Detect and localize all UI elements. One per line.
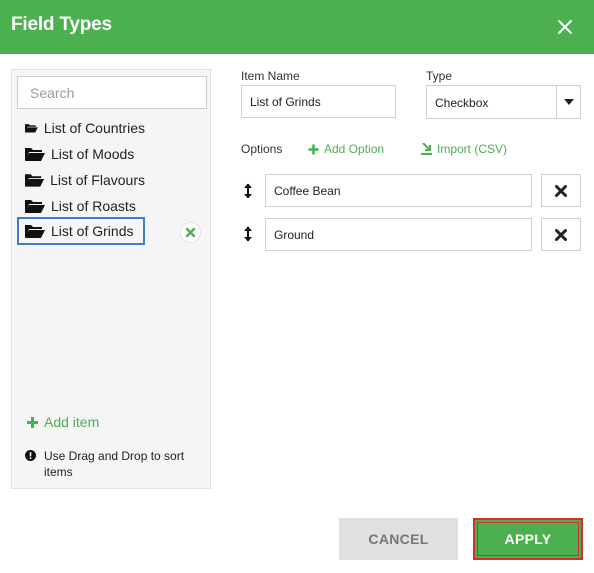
import-csv-label: Import (CSV) (437, 142, 508, 156)
item-name-field[interactable] (241, 85, 396, 118)
add-option-button[interactable]: Add Option (308, 142, 384, 156)
folder-open-icon (25, 200, 45, 213)
sort-hint: Use Drag and Drop to sort items (25, 448, 195, 480)
times-icon (555, 228, 567, 241)
cancel-button[interactable]: CANCEL (339, 518, 458, 560)
info-circle-icon (25, 450, 36, 461)
remove-item-icon[interactable] (180, 222, 201, 243)
item-name-label: Item Name (241, 69, 300, 83)
close-icon[interactable] (552, 14, 578, 40)
type-label: Type (426, 69, 453, 83)
add-item-button[interactable]: Add item (26, 413, 99, 431)
drag-handle-icon[interactable] (243, 183, 253, 199)
type-select-value: Checkbox (435, 96, 489, 110)
add-item-label: Add item (44, 414, 100, 430)
folder-open-icon (25, 225, 45, 238)
list-item-label: List of Grinds (51, 223, 134, 239)
folder-open-icon (25, 148, 45, 161)
type-select-toggle[interactable] (556, 86, 580, 118)
list-item-flavours[interactable]: List of Flavours (17, 166, 145, 194)
dialog-header: Field Types (0, 0, 594, 54)
list-item-grinds[interactable]: List of Grinds (17, 217, 145, 245)
type-select[interactable]: Checkbox (426, 85, 581, 119)
times-icon (555, 184, 567, 197)
drag-handle-icon[interactable] (243, 226, 253, 242)
list-item-roasts[interactable]: List of Roasts (17, 192, 145, 220)
delete-option-button[interactable] (541, 218, 581, 251)
list-item-moods[interactable]: List of Moods (17, 140, 145, 168)
search-input[interactable] (17, 76, 207, 109)
options-label: Options (241, 142, 283, 156)
list-item-label: List of Flavours (50, 172, 145, 188)
folder-open-icon (25, 174, 45, 187)
import-csv-button[interactable]: Import (CSV) (421, 142, 507, 156)
hint-text: Use Drag and Drop to sort items (44, 449, 185, 479)
apply-button[interactable]: APPLY (473, 518, 583, 560)
import-icon (421, 143, 432, 155)
list-item-countries[interactable]: List of Countries (17, 114, 145, 142)
list-item-label: List of Moods (51, 146, 135, 162)
plus-icon (308, 144, 319, 154)
plus-icon (27, 416, 38, 428)
caret-down-icon (564, 99, 574, 105)
option-field[interactable] (265, 174, 532, 207)
folder-open-icon (25, 124, 38, 133)
list-item-label: List of Roasts (51, 198, 136, 214)
add-option-label: Add Option (324, 142, 385, 156)
delete-option-button[interactable] (541, 174, 581, 207)
list-item-label: List of Countries (43, 120, 145, 136)
dialog-title: Field Types (11, 14, 112, 35)
option-field[interactable] (265, 218, 532, 251)
